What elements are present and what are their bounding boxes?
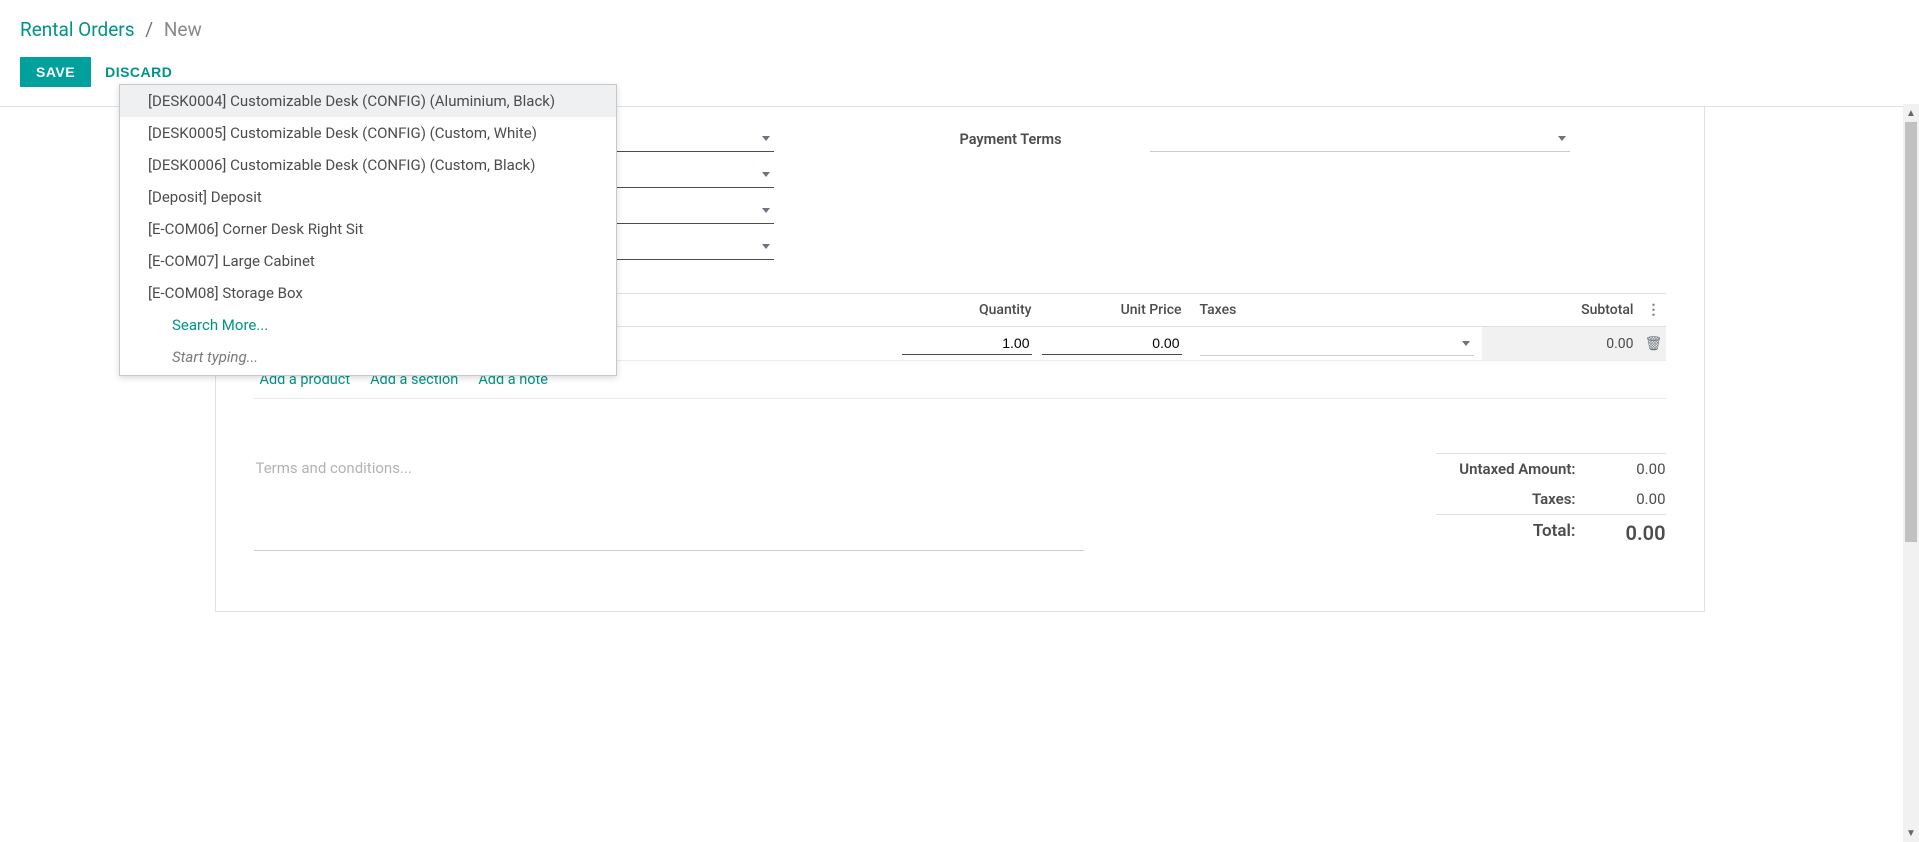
col-subtotal: Subtotal	[1482, 302, 1642, 318]
scroll-down-icon[interactable]: ▼	[1903, 824, 1919, 842]
discard-button[interactable]: DISCARD	[105, 64, 172, 80]
save-button[interactable]: SAVE	[20, 57, 91, 87]
totals-block: Untaxed Amount: 0.00 Taxes: 0.00 Total: …	[1436, 453, 1666, 551]
dropdown-item[interactable]: [Deposit] Deposit	[120, 181, 616, 213]
dropdown-item[interactable]: [E-COM08] Storage Box	[120, 277, 616, 309]
payment-terms-input[interactable]	[1150, 126, 1570, 152]
scroll-thumb[interactable]	[1905, 122, 1917, 542]
quantity-input[interactable]	[902, 332, 1032, 355]
untaxed-label: Untaxed Amount:	[1436, 460, 1576, 478]
chevron-down-icon	[1462, 341, 1470, 346]
kebab-icon[interactable]: ⋮	[1642, 302, 1666, 318]
breadcrumb-root[interactable]: Rental Orders	[20, 18, 135, 41]
breadcrumb-sep: /	[145, 18, 153, 41]
untaxed-value: 0.00	[1606, 460, 1666, 478]
dropdown-item[interactable]: [E-COM06] Corner Desk Right Sit	[120, 213, 616, 245]
payment-terms-label: Payment Terms	[960, 131, 1150, 148]
terms-input[interactable]: Terms and conditions...	[254, 453, 1084, 551]
product-dropdown: [DESK0004] Customizable Desk (CONFIG) (A…	[119, 84, 617, 376]
dropdown-item[interactable]: [E-COM07] Large Cabinet	[120, 245, 616, 277]
taxes-label: Taxes:	[1436, 490, 1576, 508]
scrollbar[interactable]: ▲ ▼	[1903, 104, 1919, 842]
col-unit-price: Unit Price	[1042, 302, 1192, 318]
total-label: Total:	[1436, 521, 1576, 545]
chevron-down-icon	[762, 208, 770, 213]
col-quantity: Quantity	[902, 302, 1042, 318]
dropdown-search-more[interactable]: Search More...	[120, 309, 616, 341]
dropdown-item[interactable]: [DESK0005] Customizable Desk (CONFIG) (C…	[120, 117, 616, 149]
total-value: 0.00	[1606, 521, 1666, 545]
dropdown-hint: Start typing...	[120, 341, 616, 375]
col-taxes: Taxes	[1192, 302, 1482, 318]
unit-price-input[interactable]	[1042, 332, 1182, 355]
breadcrumb: Rental Orders / New	[20, 18, 1899, 41]
taxes-value: 0.00	[1606, 490, 1666, 508]
chevron-down-icon	[762, 136, 770, 141]
chevron-down-icon	[762, 244, 770, 249]
subtotal-value: 0.00	[1482, 327, 1642, 360]
chevron-down-icon	[762, 172, 770, 177]
taxes-input[interactable]	[1200, 332, 1474, 356]
dropdown-item[interactable]: [DESK0006] Customizable Desk (CONFIG) (C…	[120, 149, 616, 181]
chevron-down-icon	[1558, 136, 1566, 141]
breadcrumb-leaf: New	[164, 18, 202, 41]
scroll-up-icon[interactable]: ▲	[1903, 104, 1919, 122]
trash-icon[interactable]: 🗑	[1645, 336, 1663, 352]
dropdown-item[interactable]: [DESK0004] Customizable Desk (CONFIG) (A…	[120, 85, 616, 117]
